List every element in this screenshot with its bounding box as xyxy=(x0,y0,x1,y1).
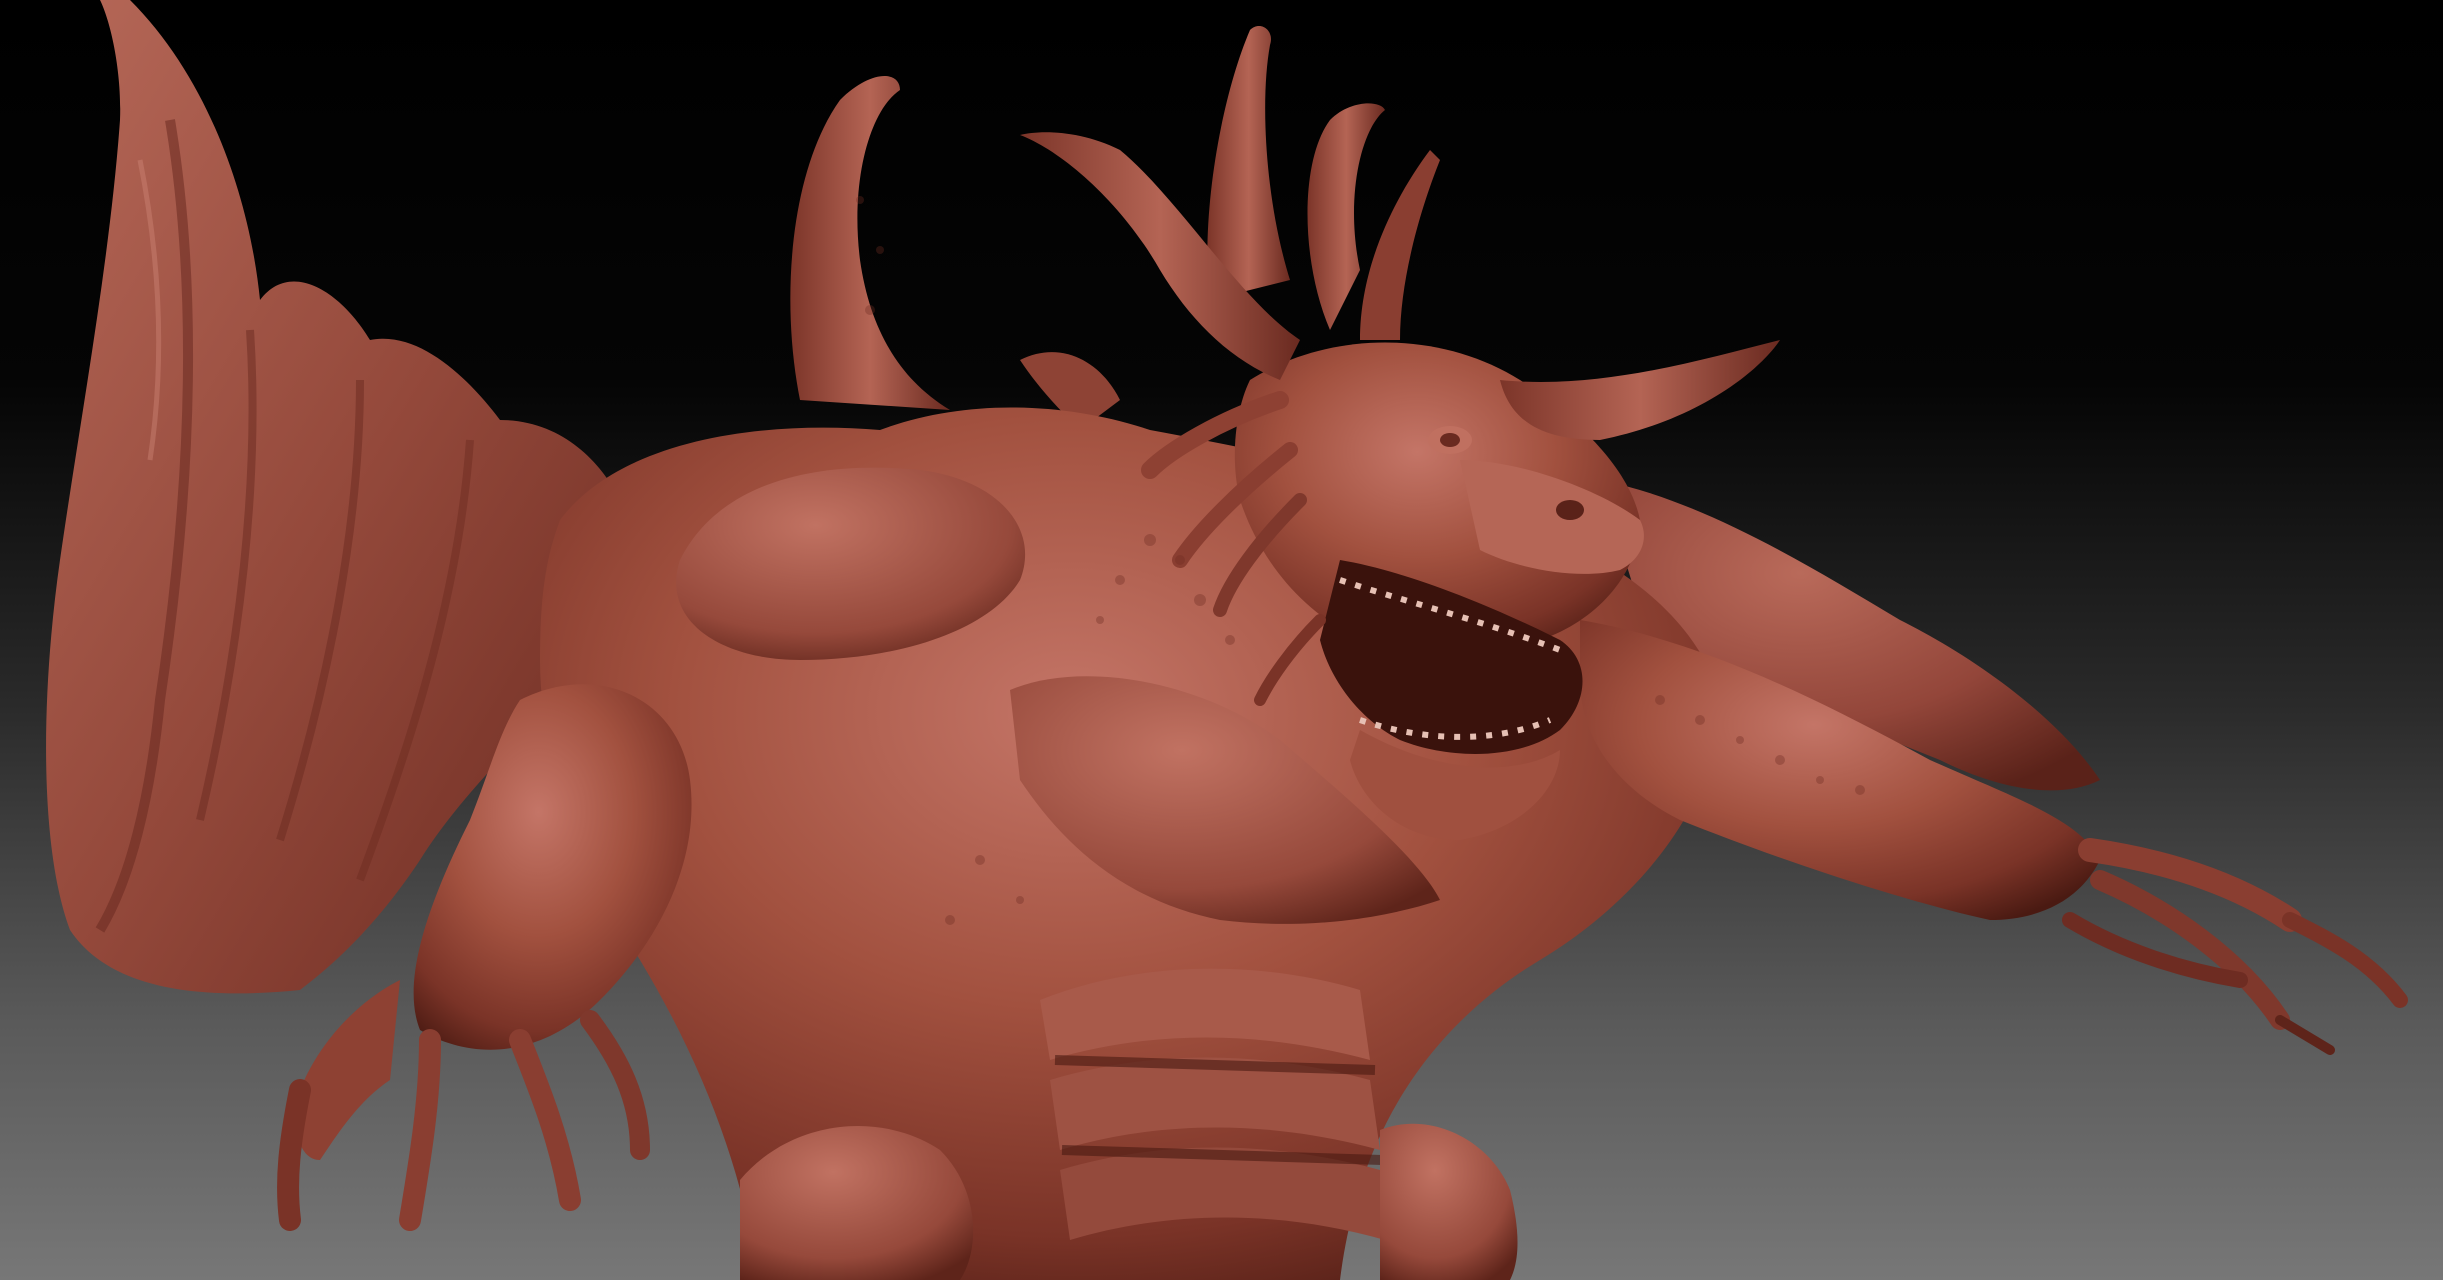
sculpt-viewport xyxy=(0,0,2443,1280)
dragon-sculpt-render xyxy=(46,0,2408,1280)
back-spikes xyxy=(790,25,1290,430)
